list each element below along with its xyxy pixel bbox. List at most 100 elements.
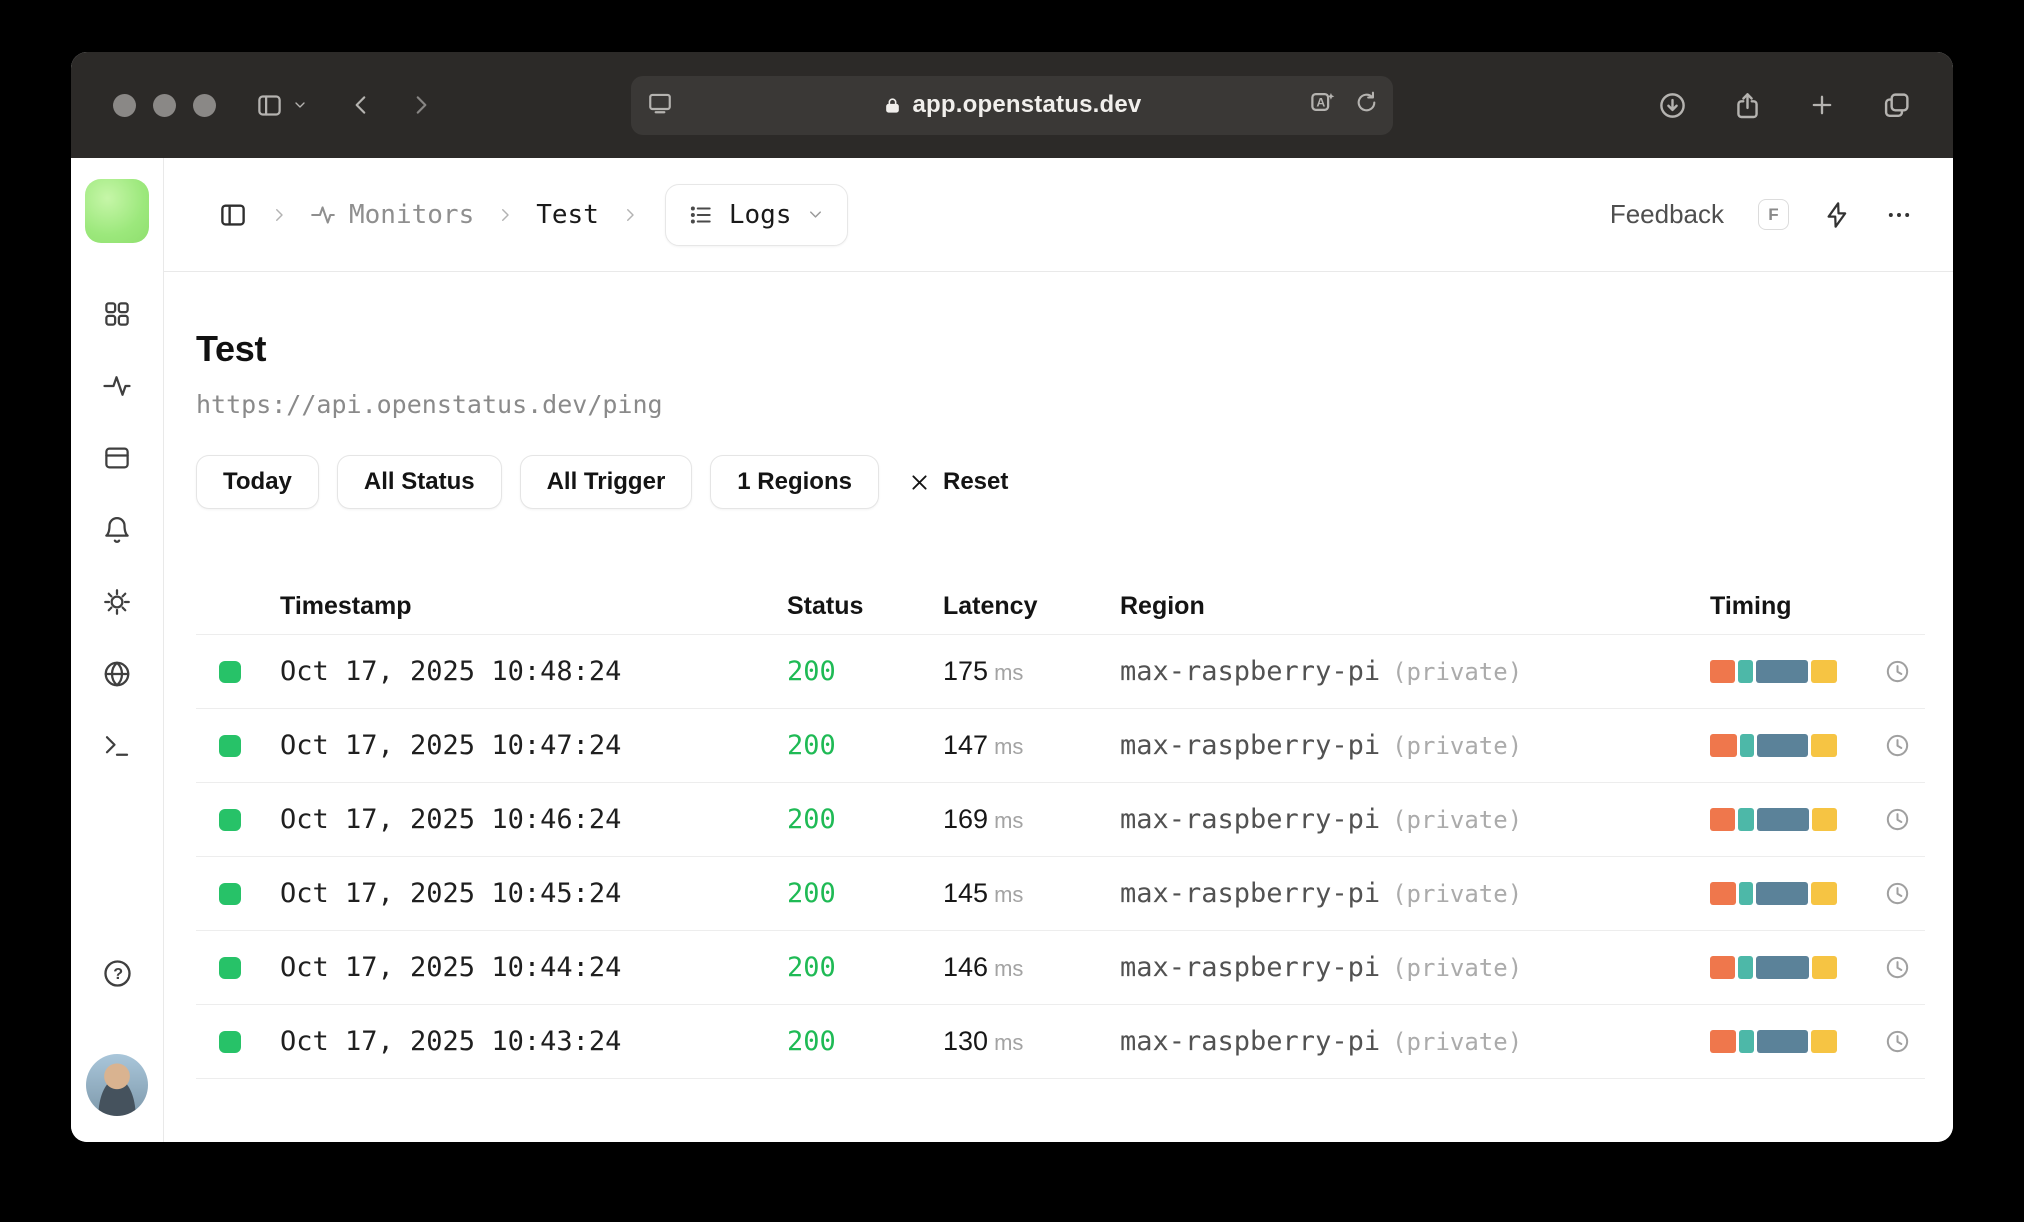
clock-icon[interactable] <box>1884 1028 1911 1055</box>
help-icon: ? <box>103 960 131 987</box>
feedback-button[interactable]: Feedback <box>1610 199 1724 230</box>
page-title: Test <box>196 328 267 369</box>
log-table: Timestamp Status Latency Region Timing O… <box>196 579 1925 1079</box>
col-timing: Timing <box>1710 592 1792 620</box>
filter-bar: Today All Status All Trigger 1 Regions R… <box>196 455 1925 509</box>
sidebar-item-monitors[interactable] <box>102 371 132 401</box>
page-content: Test https://api.openstatus.dev/ping Tod… <box>164 272 1953 1142</box>
list-icon <box>690 205 711 224</box>
bell-icon <box>105 517 129 543</box>
user-avatar[interactable] <box>86 1054 148 1116</box>
row-status: 200 <box>787 730 836 761</box>
view-selector-logs[interactable]: Logs <box>664 183 849 246</box>
row-timestamp: Oct 17, 2025 10:46:24 <box>280 804 622 835</box>
quick-actions-icon[interactable] <box>1823 201 1851 229</box>
row-region: max-raspberry-pi (private) <box>1120 804 1523 835</box>
filter-group: Today All Status All Trigger 1 Regions <box>196 455 879 509</box>
row-latency: 146 ms <box>943 952 1024 982</box>
sidebar-chevron-down-icon[interactable] <box>292 97 308 113</box>
lock-icon <box>885 97 899 113</box>
clock-icon[interactable] <box>1884 880 1911 907</box>
timing-bar <box>1710 808 1838 831</box>
row-region: max-raspberry-pi (private) <box>1120 656 1523 687</box>
back-button[interactable] <box>348 92 374 118</box>
status-indicator <box>219 882 241 905</box>
app-sidebar: ? <box>71 158 164 1142</box>
timing-bar <box>1710 660 1837 683</box>
new-tab-icon[interactable] <box>1808 91 1836 119</box>
clock-icon[interactable] <box>1884 732 1911 759</box>
chevron-right-icon <box>496 206 514 224</box>
table-row[interactable]: Oct 17, 2025 10:43:24 200 130 ms max-rasp… <box>196 1005 1925 1079</box>
gear-icon <box>104 589 130 615</box>
terminal-icon <box>105 736 129 756</box>
row-region: max-raspberry-pi (private) <box>1120 730 1523 761</box>
window-controls <box>113 93 216 117</box>
forward-button[interactable] <box>408 92 434 118</box>
breadcrumb-monitors[interactable]: Monitors <box>310 200 474 230</box>
table-row[interactable]: Oct 17, 2025 10:47:24 200 147 ms max-rasp… <box>196 709 1925 783</box>
svg-text:?: ? <box>113 965 123 983</box>
workspace-logo[interactable] <box>85 179 149 243</box>
table-row[interactable]: Oct 17, 2025 10:48:24 200 175 ms max-rasp… <box>196 635 1925 709</box>
status-indicator <box>219 734 241 757</box>
downloads-icon[interactable] <box>1658 91 1687 120</box>
log-table-body: Oct 17, 2025 10:48:24 200 175 ms max-rasp… <box>196 635 1925 1079</box>
row-latency: 145 ms <box>943 878 1024 908</box>
close-window-button[interactable] <box>113 93 136 117</box>
clock-icon[interactable] <box>1884 658 1911 685</box>
breadcrumb-bar: Monitors Test Logs Feedback F <box>164 158 1953 272</box>
row-timestamp: Oct 17, 2025 10:43:24 <box>280 1026 622 1057</box>
zoom-window-button[interactable] <box>193 93 216 117</box>
col-status: Status <box>787 592 864 620</box>
monitor-endpoint-url: https://api.openstatus.dev/ping <box>196 390 663 419</box>
sidebar-item-status-pages[interactable] <box>102 443 132 473</box>
browser-sidebar-toggle-icon[interactable] <box>256 92 283 119</box>
row-latency: 169 ms <box>943 804 1024 834</box>
share-icon[interactable] <box>1733 91 1762 120</box>
row-region: max-raspberry-pi (private) <box>1120 1026 1523 1057</box>
status-indicator <box>219 808 241 831</box>
table-row[interactable]: Oct 17, 2025 10:46:24 200 169 ms max-rasp… <box>196 783 1925 857</box>
more-options-icon[interactable] <box>1885 201 1913 229</box>
timing-bar <box>1710 956 1838 979</box>
row-latency: 175 ms <box>943 656 1024 686</box>
activity-icon <box>311 205 335 224</box>
tab-overview-icon[interactable] <box>1882 91 1911 120</box>
row-timestamp: Oct 17, 2025 10:45:24 <box>280 878 622 909</box>
filter-button[interactable]: 1 Regions <box>710 455 879 509</box>
filter-button[interactable]: All Status <box>336 455 502 509</box>
filter-button[interactable]: Today <box>196 455 319 509</box>
status-indicator <box>219 660 241 683</box>
browser-chrome: app.openstatus.dev A <box>71 52 1953 158</box>
sidebar-item-dashboard[interactable] <box>102 299 132 329</box>
reload-icon[interactable] <box>1354 90 1379 120</box>
activity-icon <box>103 376 131 396</box>
view-selector-label: Logs <box>728 199 792 230</box>
help-button[interactable]: ? <box>102 958 133 994</box>
sidebar-item-cli[interactable] <box>102 731 132 761</box>
clock-icon[interactable] <box>1884 806 1911 833</box>
translate-icon[interactable]: A <box>1309 89 1336 121</box>
reset-filters-button[interactable]: Reset <box>909 468 1008 496</box>
globe-icon <box>104 661 130 687</box>
status-indicator <box>219 1030 241 1053</box>
clock-icon[interactable] <box>1884 954 1911 981</box>
log-table-header: Timestamp Status Latency Region Timing <box>196 579 1925 635</box>
table-row[interactable]: Oct 17, 2025 10:45:24 200 145 ms max-rasp… <box>196 857 1925 931</box>
col-timestamp: Timestamp <box>280 592 412 620</box>
sidebar-item-settings[interactable] <box>102 587 132 617</box>
timing-bar <box>1710 1030 1837 1053</box>
browser-window: app.openstatus.dev A ? Monitors Test Log… <box>71 52 1953 1142</box>
minimize-window-button[interactable] <box>153 93 176 117</box>
breadcrumb-monitor-name[interactable]: Test <box>536 200 599 230</box>
url-bar[interactable]: app.openstatus.dev A <box>631 75 1393 135</box>
sidebar-item-notifications[interactable] <box>102 515 132 545</box>
filter-button[interactable]: All Trigger <box>519 455 693 509</box>
chevron-right-icon <box>270 206 288 224</box>
app-sidebar-toggle-icon[interactable] <box>218 200 248 230</box>
table-row[interactable]: Oct 17, 2025 10:44:24 200 146 ms max-rasp… <box>196 931 1925 1005</box>
sidebar-item-domains[interactable] <box>102 659 132 689</box>
page-format-icon[interactable] <box>647 90 673 121</box>
status-indicator <box>219 956 241 979</box>
